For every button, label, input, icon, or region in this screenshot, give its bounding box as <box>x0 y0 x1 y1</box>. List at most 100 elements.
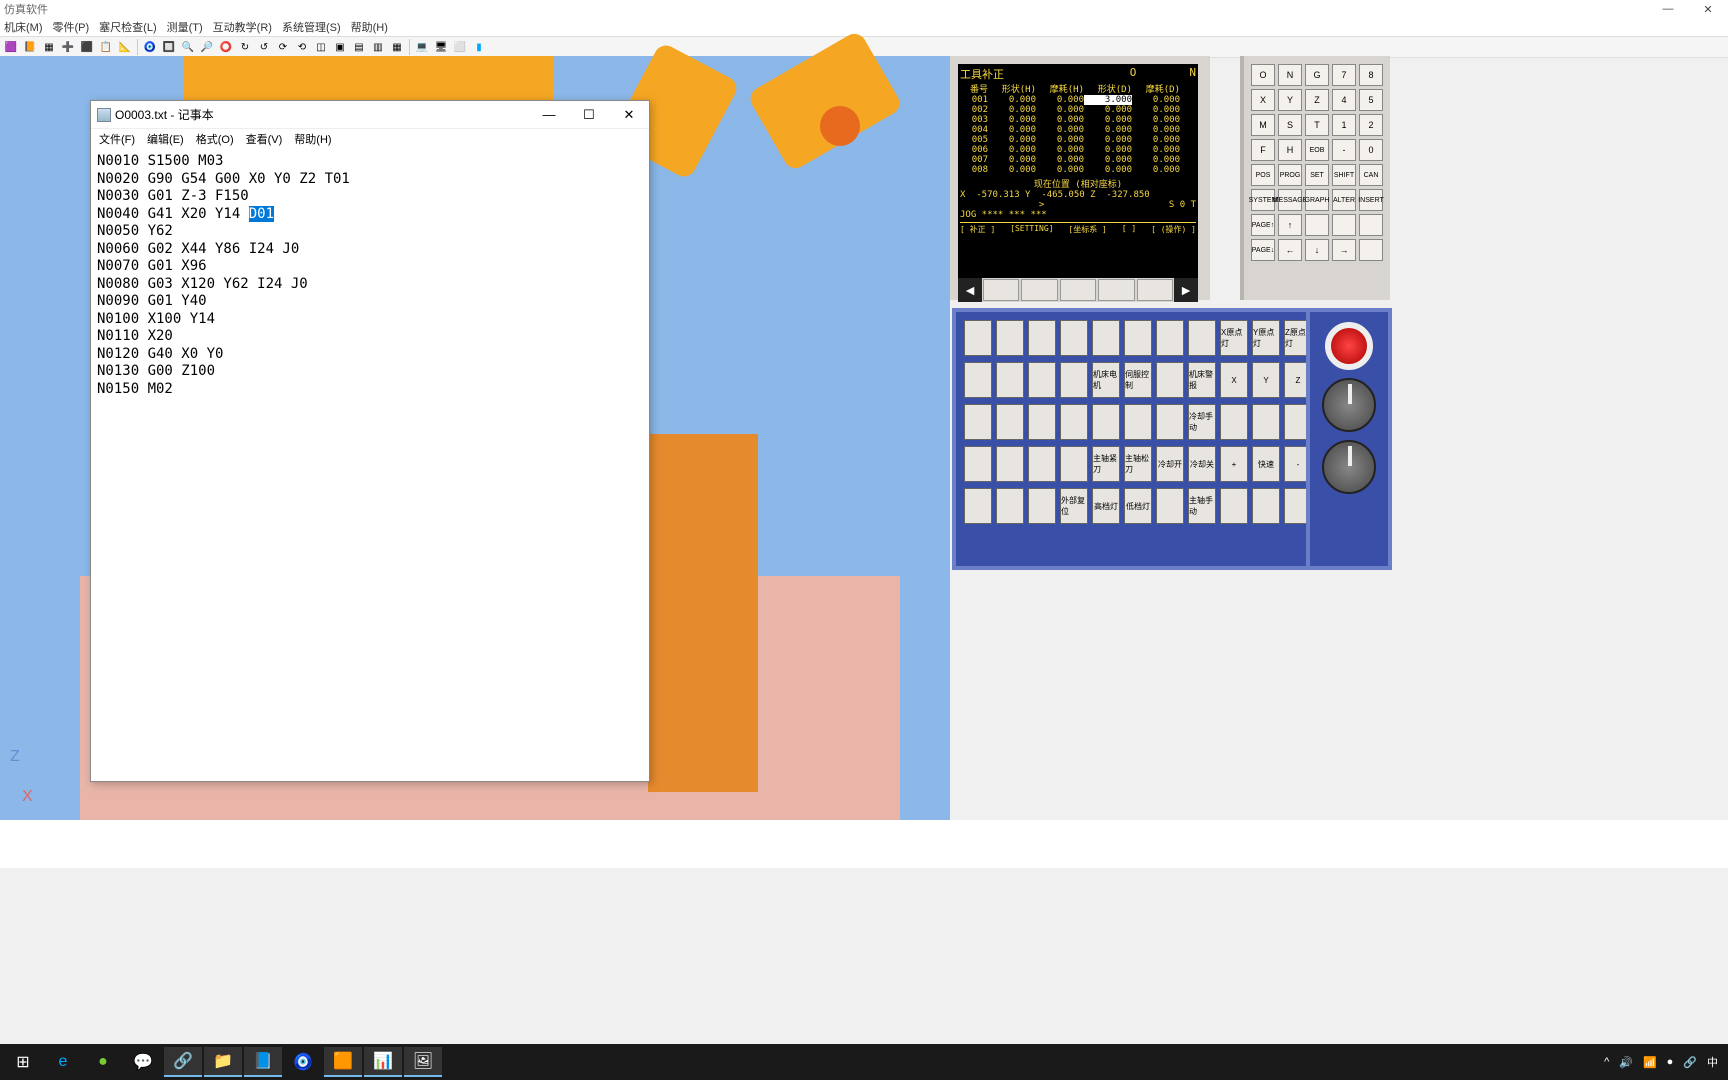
tb-btn-24[interactable]: ⬜ <box>451 38 469 56</box>
tb-btn-19[interactable]: ▤ <box>350 38 368 56</box>
mdi-key-↑[interactable]: ↑ <box>1278 214 1302 236</box>
mop-btn-blank[interactable] <box>996 446 1024 482</box>
mop-btn-主轴紧刀[interactable]: 主轴紧刀 <box>1092 446 1120 482</box>
mop-btn-X原点灯[interactable]: X原点灯 <box>1220 320 1248 356</box>
tb-btn-6[interactable]: 📋 <box>97 38 115 56</box>
tb-btn-2[interactable]: 📙 <box>21 38 39 56</box>
notepad-titlebar[interactable]: O0003.txt - 记事本 — ☐ ✕ <box>91 101 649 129</box>
mop-btn-伺服控制[interactable]: 伺服控制 <box>1124 362 1152 398</box>
code-line[interactable]: N0110 X20 <box>97 328 643 346</box>
task-app-2[interactable]: 🔗 <box>164 1047 202 1077</box>
mop-btn-blank[interactable] <box>964 362 992 398</box>
mdi-key-z[interactable]: Z <box>1305 89 1329 111</box>
offset-row[interactable]: 0070.0000.0000.0000.000 <box>960 155 1196 165</box>
softkey-1[interactable] <box>983 279 1019 301</box>
mdi-key-t[interactable]: T <box>1305 114 1329 136</box>
mdi-key-page↓[interactable]: PAGE↓ <box>1251 239 1275 261</box>
mop-btn-blank[interactable] <box>1252 404 1280 440</box>
window-close[interactable]: ✕ <box>1688 0 1728 18</box>
tb-btn-12[interactable]: ⭕ <box>217 38 235 56</box>
tb-btn-18[interactable]: ▣ <box>331 38 349 56</box>
menu-tutorial[interactable]: 互动教学(R) <box>213 19 272 35</box>
code-line[interactable]: N0040 G41 X20 Y14 D01 <box>97 206 643 224</box>
offset-row[interactable]: 0010.0000.0003.0000.000 <box>960 95 1196 105</box>
tb-btn-23[interactable]: 🖥 <box>432 38 450 56</box>
menu-gauge[interactable]: 塞尺检查(L) <box>99 19 156 35</box>
mop-btn-blank[interactable] <box>996 362 1024 398</box>
mdi-key-f[interactable]: F <box>1251 139 1275 161</box>
tb-btn-5[interactable]: ⬛ <box>78 38 96 56</box>
code-line[interactable]: N0120 G40 X0 Y0 <box>97 346 643 364</box>
menu-part[interactable]: 零件(P) <box>53 19 90 35</box>
mdi-key-blank[interactable] <box>1332 214 1356 236</box>
mdi-key-7[interactable]: 7 <box>1332 64 1356 86</box>
mop-btn-冷却关[interactable]: 冷却关 <box>1188 446 1216 482</box>
mop-btn-blank[interactable] <box>1220 488 1248 524</box>
softkey-right-arrow[interactable]: ► <box>1174 278 1198 302</box>
offset-row[interactable]: 0080.0000.0000.0000.000 <box>960 165 1196 175</box>
offset-row[interactable]: 0020.0000.0000.0000.000 <box>960 105 1196 115</box>
mdi-key--[interactable]: - <box>1332 139 1356 161</box>
task-explorer[interactable]: 📁 <box>204 1047 242 1077</box>
mop-btn-主轴手动[interactable]: 主轴手动 <box>1188 488 1216 524</box>
mop-btn-blank[interactable] <box>1028 362 1056 398</box>
task-wechat[interactable]: 💬 <box>124 1047 162 1077</box>
notepad-minimize[interactable]: — <box>529 101 569 129</box>
tb-btn-22[interactable]: 💻 <box>413 38 431 56</box>
tb-btn-21[interactable]: ▦ <box>388 38 406 56</box>
tb-btn-3[interactable]: ▦ <box>40 38 58 56</box>
mop-btn-低档灯[interactable]: 低档灯 <box>1124 488 1152 524</box>
task-app-1[interactable]: ● <box>84 1047 122 1077</box>
notepad-maximize[interactable]: ☐ <box>569 101 609 129</box>
mop-btn-blank[interactable] <box>1124 404 1152 440</box>
mdi-key-prog[interactable]: PROG <box>1278 164 1302 186</box>
code-line[interactable]: N0100 X100 Y14 <box>97 311 643 329</box>
np-menu-file[interactable]: 文件(F) <box>99 131 135 147</box>
start-button[interactable]: ⊞ <box>4 1047 42 1077</box>
mop-btn-blank[interactable] <box>1060 446 1088 482</box>
code-line[interactable]: N0060 G02 X44 Y86 I24 J0 <box>97 241 643 259</box>
mop-btn-冷却开[interactable]: 冷却开 <box>1156 446 1184 482</box>
mdi-key-2[interactable]: 2 <box>1359 114 1383 136</box>
mop-btn-blank[interactable] <box>964 404 992 440</box>
mdi-key-page↑[interactable]: PAGE↑ <box>1251 214 1275 236</box>
mop-btn-外部复位[interactable]: 外部复位 <box>1060 488 1088 524</box>
mop-btn-blank[interactable] <box>964 488 992 524</box>
task-sim[interactable]: 📊 <box>364 1047 402 1077</box>
mop-btn-快速[interactable]: 快速 <box>1252 446 1280 482</box>
tray-icon-1[interactable]: ● <box>1667 1056 1674 1068</box>
tb-btn-14[interactable]: ↺ <box>255 38 273 56</box>
cnc-screen[interactable]: 工具补正 O N 番号形状(H)摩耗(H)形状(D)摩耗(D)0010.0000… <box>958 64 1198 278</box>
tray-sound-icon[interactable]: 🔊 <box>1619 1056 1633 1069</box>
tb-btn-11[interactable]: 🔎 <box>198 38 216 56</box>
np-menu-edit[interactable]: 编辑(E) <box>147 131 184 147</box>
code-line[interactable]: N0130 G00 Z100 <box>97 363 643 381</box>
code-line[interactable]: N0050 Y62 <box>97 223 643 241</box>
task-notepad[interactable]: 📘 <box>244 1047 282 1077</box>
mdi-key-blank[interactable] <box>1359 239 1383 261</box>
mdi-key-can[interactable]: CAN <box>1359 164 1383 186</box>
window-minimize[interactable]: — <box>1648 0 1688 18</box>
code-line[interactable]: N0010 S1500 M03 <box>97 153 643 171</box>
mop-btn-主轴松刀[interactable]: 主轴松刀 <box>1124 446 1152 482</box>
mop-btn-blank[interactable] <box>1124 320 1152 356</box>
offset-row[interactable]: 0030.0000.0000.0000.000 <box>960 115 1196 125</box>
mop-btn-blank[interactable] <box>996 488 1024 524</box>
notepad-close[interactable]: ✕ <box>609 101 649 129</box>
task-app-3[interactable]: 🧿 <box>284 1047 322 1077</box>
mdi-key-←[interactable]: ← <box>1278 239 1302 261</box>
code-line[interactable]: N0150 M02 <box>97 381 643 399</box>
tray-wifi-icon[interactable]: 📶 <box>1643 1056 1657 1069</box>
mdi-key-eob[interactable]: EOB <box>1305 139 1329 161</box>
mop-btn-冷却手动[interactable]: 冷却手动 <box>1188 404 1216 440</box>
mdi-key-→[interactable]: → <box>1332 239 1356 261</box>
task-edge[interactable]: e <box>44 1047 82 1077</box>
mop-btn-blank[interactable] <box>1092 320 1120 356</box>
softkey-2[interactable] <box>1021 279 1057 301</box>
mop-btn-blank[interactable] <box>1092 404 1120 440</box>
menu-help[interactable]: 帮助(H) <box>351 19 388 35</box>
tb-btn-13[interactable]: ↻ <box>236 38 254 56</box>
mdi-key-y[interactable]: Y <box>1278 89 1302 111</box>
mop-btn-blank[interactable] <box>1028 446 1056 482</box>
mdi-key-n[interactable]: N <box>1278 64 1302 86</box>
